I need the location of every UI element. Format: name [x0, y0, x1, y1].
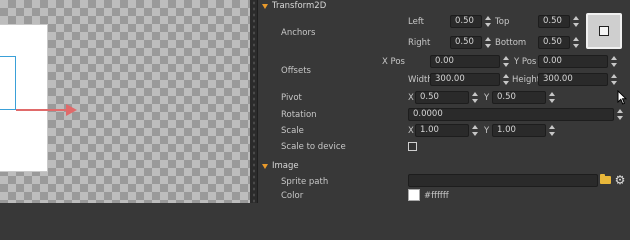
- scale-label: Scale: [281, 126, 304, 136]
- ypos-spinner[interactable]: [610, 55, 618, 68]
- spin-down-icon[interactable]: [573, 23, 579, 27]
- spin-up-icon[interactable]: [485, 16, 491, 20]
- spin-up-icon[interactable]: [485, 37, 491, 41]
- folder-icon[interactable]: [600, 174, 611, 184]
- anchor-bottom-label: Bottom: [495, 38, 527, 48]
- xpos-spinner[interactable]: [502, 55, 510, 68]
- anchor-preset-icon: [599, 26, 609, 36]
- height-spinner[interactable]: [610, 73, 618, 86]
- rotation-label: Rotation: [281, 110, 317, 120]
- anchor-right-field[interactable]: 0.50: [450, 36, 482, 49]
- scene-viewport[interactable]: [0, 0, 250, 203]
- spin-up-icon[interactable]: [617, 109, 623, 113]
- spin-up-icon[interactable]: [573, 16, 579, 20]
- height-field[interactable]: 300.00: [538, 73, 608, 86]
- spin-up-icon[interactable]: [573, 37, 579, 41]
- scale-x-spinner[interactable]: [471, 124, 479, 137]
- ypos-label: Y Pos: [514, 57, 537, 67]
- xpos-label: X Pos: [382, 57, 405, 67]
- spin-up-icon[interactable]: [611, 74, 617, 78]
- mouse-cursor-icon: [617, 90, 627, 105]
- pivot-y-field[interactable]: 0.50: [492, 91, 546, 104]
- anchor-preset-button[interactable]: [586, 13, 622, 49]
- anchor-top-label: Top: [495, 17, 510, 27]
- spin-down-icon[interactable]: [549, 99, 555, 103]
- spin-up-icon[interactable]: [472, 125, 478, 129]
- pivot-y-spinner[interactable]: [548, 91, 556, 104]
- spin-down-icon[interactable]: [611, 81, 617, 85]
- width-label: Width: [408, 75, 433, 85]
- scale-to-device-label: Scale to device: [281, 142, 346, 152]
- pivot-y-label: Y: [484, 93, 490, 103]
- scale-y-spinner[interactable]: [548, 124, 556, 137]
- sprite-path-field[interactable]: [408, 174, 598, 187]
- color-label: Color: [281, 191, 304, 201]
- spin-down-icon[interactable]: [472, 99, 478, 103]
- triangle-down-icon[interactable]: [262, 3, 268, 9]
- splitter-grip: [252, 0, 256, 203]
- selected-element-outline[interactable]: [0, 56, 16, 110]
- height-label: Height: [512, 75, 541, 85]
- x-axis-gizmo-line[interactable]: [16, 109, 68, 111]
- color-swatch[interactable]: [408, 189, 420, 201]
- x-axis-gizmo-arrow-icon[interactable]: [66, 104, 77, 116]
- scale-x-field[interactable]: 1.00: [415, 124, 469, 137]
- triangle-down-icon[interactable]: [262, 163, 268, 169]
- transform2d-section-header[interactable]: Transform2D: [262, 0, 326, 12]
- sprite-path-label: Sprite path: [281, 177, 329, 187]
- scale-y-field[interactable]: 1.00: [492, 124, 546, 137]
- anchor-right-label: Right: [408, 38, 431, 48]
- width-field[interactable]: 300.00: [430, 73, 500, 86]
- spin-down-icon[interactable]: [617, 116, 623, 120]
- spin-down-icon[interactable]: [573, 44, 579, 48]
- pivot-x-spinner[interactable]: [471, 91, 479, 104]
- spin-up-icon[interactable]: [503, 74, 509, 78]
- anchor-right-spinner[interactable]: [484, 36, 492, 49]
- gear-icon[interactable]: ⚙: [614, 174, 626, 186]
- image-section-header[interactable]: Image: [262, 160, 299, 172]
- width-spinner[interactable]: [502, 73, 510, 86]
- spin-down-icon[interactable]: [503, 63, 509, 67]
- spin-up-icon[interactable]: [549, 92, 555, 96]
- xpos-field[interactable]: 0.00: [430, 55, 500, 68]
- pivot-x-field[interactable]: 0.50: [415, 91, 469, 104]
- anchors-label: Anchors: [281, 28, 316, 38]
- spin-down-icon[interactable]: [485, 44, 491, 48]
- spin-down-icon[interactable]: [503, 81, 509, 85]
- anchor-left-field[interactable]: 0.50: [450, 15, 482, 28]
- spin-up-icon[interactable]: [503, 56, 509, 60]
- pivot-x-label: X: [408, 93, 414, 103]
- spin-up-icon[interactable]: [472, 92, 478, 96]
- anchor-top-field[interactable]: 0.50: [538, 15, 570, 28]
- pivot-label: Pivot: [281, 93, 302, 103]
- anchor-bottom-spinner[interactable]: [572, 36, 580, 49]
- scale-to-device-checkbox[interactable]: [408, 142, 417, 151]
- anchor-left-spinner[interactable]: [484, 15, 492, 28]
- rotation-spinner[interactable]: [616, 108, 624, 121]
- transform2d-title: Transform2D: [272, 1, 327, 11]
- ypos-field[interactable]: 0.00: [538, 55, 608, 68]
- offsets-label: Offsets: [281, 66, 311, 76]
- spin-up-icon[interactable]: [549, 125, 555, 129]
- anchor-bottom-field[interactable]: 0.50: [538, 36, 570, 49]
- anchor-top-spinner[interactable]: [572, 15, 580, 28]
- spin-down-icon[interactable]: [549, 132, 555, 136]
- anchor-left-label: Left: [408, 17, 424, 27]
- rotation-field[interactable]: 0.0000: [408, 108, 614, 121]
- scale-y-label: Y: [484, 126, 490, 136]
- color-hex-value[interactable]: #ffffff: [424, 191, 449, 201]
- scale-x-label: X: [408, 126, 414, 136]
- spin-up-icon[interactable]: [611, 56, 617, 60]
- spin-down-icon[interactable]: [472, 132, 478, 136]
- spin-down-icon[interactable]: [485, 23, 491, 27]
- spin-down-icon[interactable]: [611, 63, 617, 67]
- image-title: Image: [272, 161, 299, 171]
- inspector-panel: Transform2D Anchors Left 0.50 Top 0.50 R…: [258, 0, 630, 203]
